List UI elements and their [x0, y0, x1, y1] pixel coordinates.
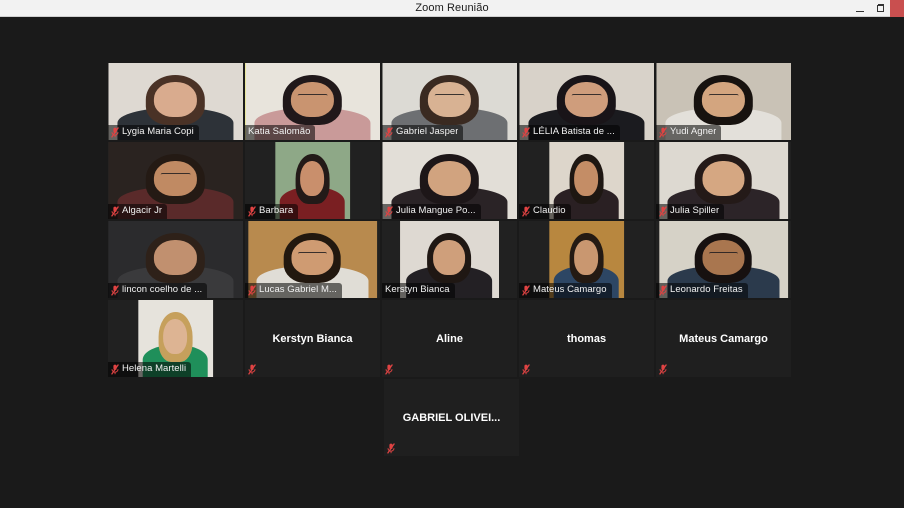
participant-nameplate: Leonardo Freitas — [656, 283, 748, 298]
participant-tile[interactable]: Leonardo Freitas — [656, 221, 791, 298]
participant-name: Leonardo Freitas — [670, 284, 743, 295]
participant-name: Barbara — [259, 205, 294, 216]
microphone-muted-icon — [387, 443, 395, 454]
participant-nameplate: Julia Mangue Po... — [382, 204, 481, 219]
participant-tile[interactable]: Julia Spiller — [656, 142, 791, 219]
microphone-muted-icon — [659, 126, 667, 138]
microphone-muted-icon — [522, 205, 530, 217]
participant-gallery-grid: Lygia Maria Copi Katia Salomão Gabriel J… — [108, 63, 795, 458]
participant-tile[interactable]: Claudio — [519, 142, 654, 219]
participant-name: Kerstyn Bianca — [272, 332, 353, 345]
microphone-muted-icon — [385, 126, 393, 138]
participant-name: Yudi Agner — [670, 126, 717, 137]
participant-name: Mateus Camargo — [679, 332, 768, 345]
participant-nameplate: Lygia Maria Copi — [108, 125, 199, 140]
participant-nameplate: Helena Martelli — [108, 362, 192, 377]
participant-tile[interactable]: lincon coelho de ... — [108, 221, 243, 298]
gallery-row: Algacir Jr Barbara Julia Mangue Po... Cl… — [108, 142, 795, 219]
maximize-button[interactable] — [870, 0, 890, 17]
participant-tile[interactable]: Kerstyn Bianca — [382, 221, 517, 298]
microphone-muted-icon — [248, 205, 256, 217]
microphone-muted-icon — [522, 284, 530, 296]
participant-tile[interactable]: Julia Mangue Po... — [382, 142, 517, 219]
window-titlebar: Zoom Reunião — [0, 0, 904, 17]
participant-name: Julia Mangue Po... — [396, 205, 476, 216]
participant-name: Julia Spiller — [670, 205, 720, 216]
microphone-muted-icon — [522, 126, 530, 138]
participant-nameplate — [656, 363, 670, 377]
participant-name: LÉLIA Batista de ... — [533, 126, 615, 137]
microphone-muted-icon — [659, 284, 667, 296]
participant-name: Lucas Gabriel M... — [259, 284, 337, 295]
microphone-muted-icon — [111, 205, 119, 217]
participant-nameplate — [519, 363, 533, 377]
participant-name: Katia Salomão — [248, 126, 311, 137]
participant-name: Aline — [436, 332, 463, 345]
gallery-row: GABRIEL OLIVEI... — [108, 379, 795, 456]
gallery-row: lincon coelho de ... Lucas Gabriel M... … — [108, 221, 795, 298]
participant-name: Mateus Camargo — [533, 284, 607, 295]
participant-tile[interactable]: Lucas Gabriel M... — [245, 221, 380, 298]
participant-tile[interactable]: Gabriel Jasper — [382, 63, 517, 140]
participant-name: Algacir Jr — [122, 205, 163, 216]
participant-name: Claudio — [533, 205, 566, 216]
participant-tile[interactable]: Mateus Camargo — [656, 300, 791, 377]
participant-name: Lygia Maria Copi — [122, 126, 194, 137]
microphone-muted-icon — [111, 284, 119, 296]
microphone-muted-icon — [111, 126, 119, 138]
participant-nameplate: Gabriel Jasper — [382, 125, 464, 140]
participant-nameplate — [382, 363, 396, 377]
participant-nameplate — [245, 363, 259, 377]
microphone-muted-icon — [659, 364, 667, 375]
microphone-muted-icon — [248, 284, 256, 296]
participant-nameplate: Claudio — [519, 204, 571, 219]
microphone-muted-icon — [385, 364, 393, 375]
microphone-muted-icon — [248, 364, 256, 375]
participant-nameplate: Katia Salomão — [245, 125, 316, 140]
participant-tile[interactable]: LÉLIA Batista de ... — [519, 63, 654, 140]
participant-nameplate: Algacir Jr — [108, 204, 168, 219]
participant-name: thomas — [566, 332, 607, 345]
window-title: Zoom Reunião — [415, 2, 489, 14]
participant-nameplate: lincon coelho de ... — [108, 283, 208, 298]
participant-tile[interactable]: thomas — [519, 300, 654, 377]
participant-tile[interactable]: Mateus Camargo — [519, 221, 654, 298]
participant-nameplate: Yudi Agner — [656, 125, 722, 140]
minimize-button[interactable] — [850, 0, 870, 17]
participant-name: Gabriel Jasper — [396, 126, 459, 137]
participant-tile[interactable]: Barbara — [245, 142, 380, 219]
participant-tile[interactable]: Yudi Agner — [656, 63, 791, 140]
participant-tile[interactable]: Algacir Jr — [108, 142, 243, 219]
microphone-muted-icon — [659, 205, 667, 217]
window-controls — [850, 0, 904, 17]
participant-nameplate: Kerstyn Bianca — [382, 283, 455, 298]
participant-tile[interactable]: Kerstyn Bianca — [245, 300, 380, 377]
participant-tile[interactable]: Helena Martelli — [108, 300, 243, 377]
participant-nameplate — [384, 442, 398, 456]
gallery-row: Helena Martelli Kerstyn Bianca Aline thom… — [108, 300, 795, 377]
participant-nameplate: Julia Spiller — [656, 204, 725, 219]
participant-name: lincon coelho de ... — [122, 284, 203, 295]
participant-nameplate: Mateus Camargo — [519, 283, 612, 298]
microphone-muted-icon — [522, 364, 530, 375]
participant-tile[interactable]: Katia Salomão — [245, 63, 380, 140]
meeting-stage: Lygia Maria Copi Katia Salomão Gabriel J… — [0, 17, 904, 508]
microphone-muted-icon — [385, 205, 393, 217]
participant-tile[interactable]: GABRIEL OLIVEI... — [384, 379, 519, 456]
participant-name: GABRIEL OLIVEI... — [402, 411, 501, 424]
participant-nameplate: Barbara — [245, 204, 299, 219]
participant-name: Kerstyn Bianca — [385, 284, 450, 295]
participant-nameplate: Lucas Gabriel M... — [245, 283, 342, 298]
participant-tile[interactable]: Aline — [382, 300, 517, 377]
participant-nameplate: LÉLIA Batista de ... — [519, 125, 620, 140]
participant-name: Helena Martelli — [122, 363, 187, 374]
participant-tile[interactable]: Lygia Maria Copi — [108, 63, 243, 140]
gallery-row: Lygia Maria Copi Katia Salomão Gabriel J… — [108, 63, 795, 140]
close-button[interactable] — [890, 0, 904, 17]
microphone-muted-icon — [111, 363, 119, 375]
